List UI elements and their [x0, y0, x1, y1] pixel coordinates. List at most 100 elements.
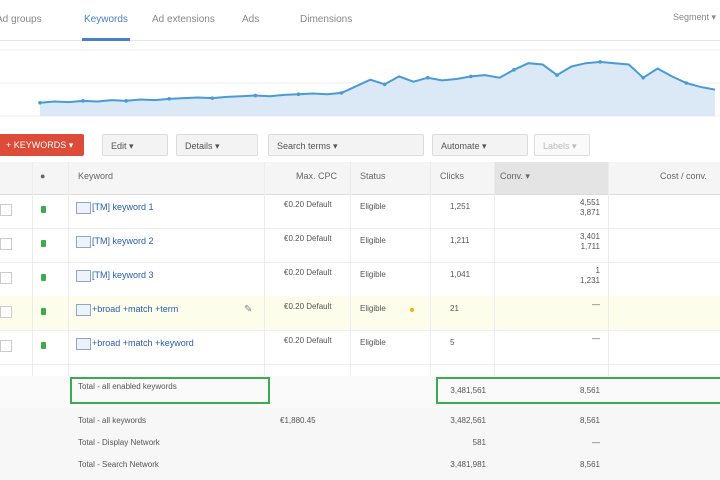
- table-row: [TM] keyword 1 €0.20 Default Eligible 1,…: [0, 194, 720, 229]
- keyword-link[interactable]: [TM] keyword 2: [92, 236, 154, 246]
- col-divider: [494, 162, 495, 376]
- data-point[interactable]: [167, 97, 172, 101]
- max-cpc-value[interactable]: €0.20 Default: [284, 234, 332, 244]
- data-point[interactable]: [38, 101, 42, 105]
- details-button[interactable]: Details ▾: [176, 134, 258, 156]
- totals-cost: €1,880.45: [280, 416, 316, 425]
- totals-clicks: 3,481,981: [450, 460, 486, 469]
- status-enabled-icon[interactable]: [41, 206, 46, 213]
- totals-row: Total - all keywords €1,880.45 3,482,561…: [0, 412, 720, 432]
- tab-bar: Ad groups Keywords Ad extensions Ads Dim…: [0, 0, 720, 41]
- data-point[interactable]: [512, 68, 516, 72]
- status-dot-header-icon: ●: [40, 171, 46, 181]
- highlight-box-label: [70, 377, 270, 404]
- header-keyword[interactable]: Keyword: [78, 171, 113, 181]
- conversions-value: 3,401 1,711: [579, 232, 600, 251]
- totals-label: Total - Search Network: [78, 460, 159, 469]
- max-cpc-value[interactable]: €0.20 Default: [284, 200, 332, 210]
- header-clicks[interactable]: Clicks: [440, 171, 464, 181]
- conversions-value: —: [592, 334, 600, 343]
- clicks-value: 21: [450, 304, 459, 313]
- data-point[interactable]: [469, 74, 473, 79]
- header-max-cpc[interactable]: Max. CPC: [296, 171, 337, 181]
- totals-row: Total - Search Network 3,481,981 8,561: [0, 456, 720, 476]
- warning-dot-icon: [410, 308, 414, 312]
- search-terms-button[interactable]: Search terms ▾: [268, 134, 424, 156]
- keyword-link[interactable]: +broad +match +keyword: [92, 338, 194, 348]
- automate-button[interactable]: Automate ▾: [432, 134, 528, 156]
- max-cpc-value[interactable]: €0.20 Default: [284, 268, 332, 278]
- edit-pencil-icon[interactable]: ✎: [244, 304, 252, 315]
- keyword-link[interactable]: [TM] keyword 3: [92, 270, 154, 280]
- status-value: Eligible: [360, 338, 386, 347]
- segment-menu[interactable]: Segment ▾: [673, 12, 716, 23]
- table-row: [TM] keyword 3 €0.20 Default Eligible 1,…: [0, 262, 720, 297]
- data-point[interactable]: [210, 96, 215, 100]
- series-area: [40, 61, 715, 116]
- labels-button[interactable]: Labels ▾: [534, 134, 590, 156]
- keyword-type-icon: [76, 304, 91, 316]
- totals-clicks: 581: [472, 438, 486, 447]
- conversions-value: 1 1,231: [579, 266, 600, 285]
- row-checkbox[interactable]: [0, 340, 12, 352]
- row-checkbox[interactable]: [0, 306, 12, 318]
- data-point[interactable]: [598, 60, 602, 64]
- keyword-type-icon: [76, 202, 91, 214]
- col-divider: [68, 162, 69, 376]
- status-value: Eligible: [360, 270, 386, 279]
- status-enabled-icon[interactable]: [41, 308, 46, 315]
- totals-row: Total - Display Network 581 —: [0, 434, 720, 454]
- data-point[interactable]: [124, 99, 128, 103]
- edit-button[interactable]: Edit ▾: [102, 134, 168, 156]
- totals-conversions: 8,561: [579, 416, 600, 425]
- clicks-value: 1,041: [450, 270, 471, 279]
- status-value: Eligible: [360, 202, 386, 211]
- keyword-type-icon: [76, 270, 91, 282]
- performance-chart: [0, 49, 720, 117]
- tab-ads[interactable]: Ads: [242, 14, 259, 25]
- data-point[interactable]: [296, 92, 301, 97]
- tab-ad-groups[interactable]: Ad groups: [0, 14, 42, 25]
- tab-ad-extensions[interactable]: Ad extensions: [152, 14, 215, 25]
- status-enabled-icon[interactable]: [41, 240, 46, 247]
- header-status[interactable]: Status: [360, 171, 386, 181]
- row-checkbox[interactable]: [0, 238, 12, 250]
- clicks-value: 1,211: [450, 236, 470, 245]
- totals-conversions: —: [592, 438, 600, 447]
- data-point[interactable]: [555, 73, 559, 77]
- status-value: Eligible: [360, 304, 386, 313]
- header-cost-conv[interactable]: Cost / conv.: [660, 171, 707, 181]
- keyword-link[interactable]: +broad +match +term: [92, 304, 178, 314]
- data-point[interactable]: [253, 93, 258, 98]
- totals-label: Total - Display Network: [78, 438, 160, 447]
- data-point[interactable]: [641, 75, 645, 80]
- add-keywords-button[interactable]: + KEYWORDS ▾: [0, 134, 84, 156]
- header-conversions[interactable]: Conv. ▾: [500, 171, 530, 182]
- data-point[interactable]: [81, 99, 85, 103]
- max-cpc-value[interactable]: €0.20 Default: [284, 302, 332, 312]
- col-divider: [608, 162, 609, 376]
- max-cpc-value[interactable]: €0.20 Default: [284, 336, 332, 346]
- status-enabled-icon[interactable]: [41, 274, 46, 281]
- conversions-value: 4,551 3,871: [579, 198, 600, 217]
- keyword-type-icon: [76, 338, 91, 350]
- row-checkbox[interactable]: [0, 272, 12, 284]
- tab-keywords[interactable]: Keywords: [82, 14, 130, 41]
- data-point[interactable]: [684, 81, 689, 85]
- conversions-value: —: [592, 300, 600, 309]
- status-enabled-icon[interactable]: [41, 342, 46, 349]
- table-row: +broad +match +keyword €0.20 Default Eli…: [0, 330, 720, 365]
- data-point[interactable]: [425, 75, 430, 80]
- data-point[interactable]: [339, 91, 344, 95]
- row-checkbox[interactable]: [0, 204, 12, 216]
- clicks-value: 5: [450, 338, 455, 347]
- keyword-link[interactable]: [TM] keyword 1: [92, 202, 154, 212]
- table-header: ● Keyword Max. CPC Status Clicks Conv. ▾…: [0, 162, 720, 195]
- totals-clicks: 3,482,561: [450, 416, 486, 425]
- data-point[interactable]: [382, 82, 387, 87]
- clicks-value: 1,251: [450, 202, 471, 211]
- col-divider: [32, 162, 33, 376]
- table-row: [TM] keyword 2 €0.20 Default Eligible 1,…: [0, 228, 720, 263]
- tab-dimensions[interactable]: Dimensions: [300, 14, 352, 25]
- col-divider: [350, 162, 351, 376]
